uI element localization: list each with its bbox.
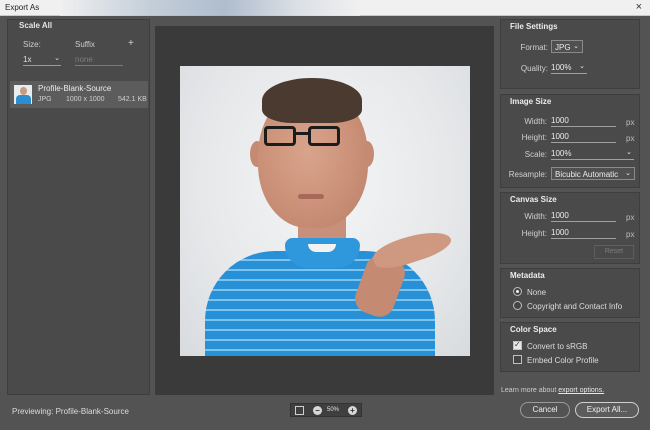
title-bar: Export As × <box>0 0 650 16</box>
image-width-unit: px <box>626 118 635 127</box>
convert-srgb-label: Convert to sRGB <box>527 342 588 351</box>
reset-button[interactable]: Reset <box>594 245 634 259</box>
suffix-label: Suffix <box>75 40 95 49</box>
canvas-height-input[interactable]: 1000 <box>551 228 616 239</box>
previewing-label: Previewing: Profile-Blank-Source <box>12 407 129 416</box>
format-select[interactable]: JPG ⌄ <box>551 40 583 53</box>
resample-select-value: Bicubic Automatic <box>555 170 619 179</box>
metadata-none-label: None <box>527 288 547 297</box>
color-space-title: Color Space <box>510 325 557 334</box>
image-size-title: Image Size <box>510 97 552 106</box>
image-height-unit: px <box>626 134 635 143</box>
image-height-input[interactable]: 1000 <box>551 132 616 143</box>
canvas-width-unit: px <box>626 213 635 222</box>
canvas-height-label: Height: <box>521 229 547 238</box>
learn-more-text: Learn more about export options. <box>501 387 604 394</box>
resample-label: Resample: <box>508 170 547 179</box>
embed-profile-label: Embed Color Profile <box>527 356 599 365</box>
add-scale-icon[interactable]: + <box>128 38 134 49</box>
asset-row[interactable]: Profile-Blank-Source JPG 1000 x 1000 542… <box>10 81 148 108</box>
format-label: Format: <box>520 43 548 52</box>
suffix-placeholder: none <box>75 55 93 64</box>
learn-more-prefix: Learn more about <box>501 387 557 394</box>
canvas-width-value: 1000 <box>551 211 569 220</box>
assets-panel <box>7 19 150 395</box>
size-select-value: 1x <box>23 55 32 64</box>
asset-filesize: 542.1 KB <box>118 96 147 103</box>
zoom-in-icon[interactable]: + <box>348 406 357 415</box>
quality-select[interactable]: 100% ⌄ <box>551 63 587 74</box>
asset-dimensions: 1000 x 1000 <box>66 96 105 103</box>
image-scale-select[interactable]: 100% ⌄ <box>551 149 634 160</box>
quality-select-value: 100% <box>551 63 572 72</box>
chevron-down-icon: ⌄ <box>579 63 585 70</box>
resample-select[interactable]: Bicubic Automatic ⌄ <box>551 167 635 180</box>
canvas-size-title: Canvas Size <box>510 195 557 204</box>
image-height-label: Height: <box>521 133 547 142</box>
convert-srgb-checkbox[interactable] <box>513 340 522 350</box>
image-width-value: 1000 <box>551 116 569 125</box>
scale-all-header: Scale All <box>19 21 53 30</box>
close-icon[interactable]: × <box>636 1 642 13</box>
title-bar-background <box>60 0 360 16</box>
preview-image <box>180 66 470 356</box>
asset-format: JPG <box>38 96 52 103</box>
metadata-copyright-radio[interactable] <box>513 301 522 310</box>
canvas-width-input[interactable]: 1000 <box>551 211 616 222</box>
image-scale-label: Scale: <box>524 150 547 159</box>
canvas-width-label: Width: <box>524 212 547 221</box>
suffix-input[interactable]: none <box>75 55 123 66</box>
zoom-controls: − 50% + <box>290 403 362 417</box>
fit-to-screen-icon[interactable] <box>295 406 304 415</box>
chevron-down-icon: ⌄ <box>573 43 579 50</box>
export-options-link[interactable]: export options. <box>558 387 604 394</box>
window-title: Export As <box>5 3 40 12</box>
metadata-none-radio[interactable] <box>513 287 522 296</box>
zoom-level: 50% <box>327 407 340 413</box>
format-select-value: JPG <box>555 43 571 52</box>
export-all-button[interactable]: Export All... <box>575 402 639 418</box>
image-width-input[interactable]: 1000 <box>551 116 616 127</box>
metadata-title: Metadata <box>510 271 545 280</box>
asset-thumbnail <box>14 85 32 104</box>
quality-label: Quality: <box>520 64 548 73</box>
embed-profile-checkbox[interactable] <box>513 355 522 364</box>
metadata-copyright-label: Copyright and Contact Info <box>527 302 623 311</box>
chevron-down-icon: ⌄ <box>54 55 60 62</box>
image-scale-value: 100% <box>551 149 572 158</box>
chevron-down-icon: ⌄ <box>625 170 631 177</box>
image-width-label: Width: <box>524 117 547 126</box>
cancel-button[interactable]: Cancel <box>520 402 570 418</box>
chevron-down-icon: ⌄ <box>626 149 632 156</box>
file-settings-title: File Settings <box>510 22 558 31</box>
canvas-height-value: 1000 <box>551 228 569 237</box>
image-height-value: 1000 <box>551 132 569 141</box>
zoom-out-icon[interactable]: − <box>313 406 322 415</box>
size-label: Size: <box>23 40 41 49</box>
asset-name: Profile-Blank-Source <box>38 84 112 93</box>
size-select[interactable]: 1x ⌄ <box>23 55 61 66</box>
canvas-height-unit: px <box>626 230 635 239</box>
